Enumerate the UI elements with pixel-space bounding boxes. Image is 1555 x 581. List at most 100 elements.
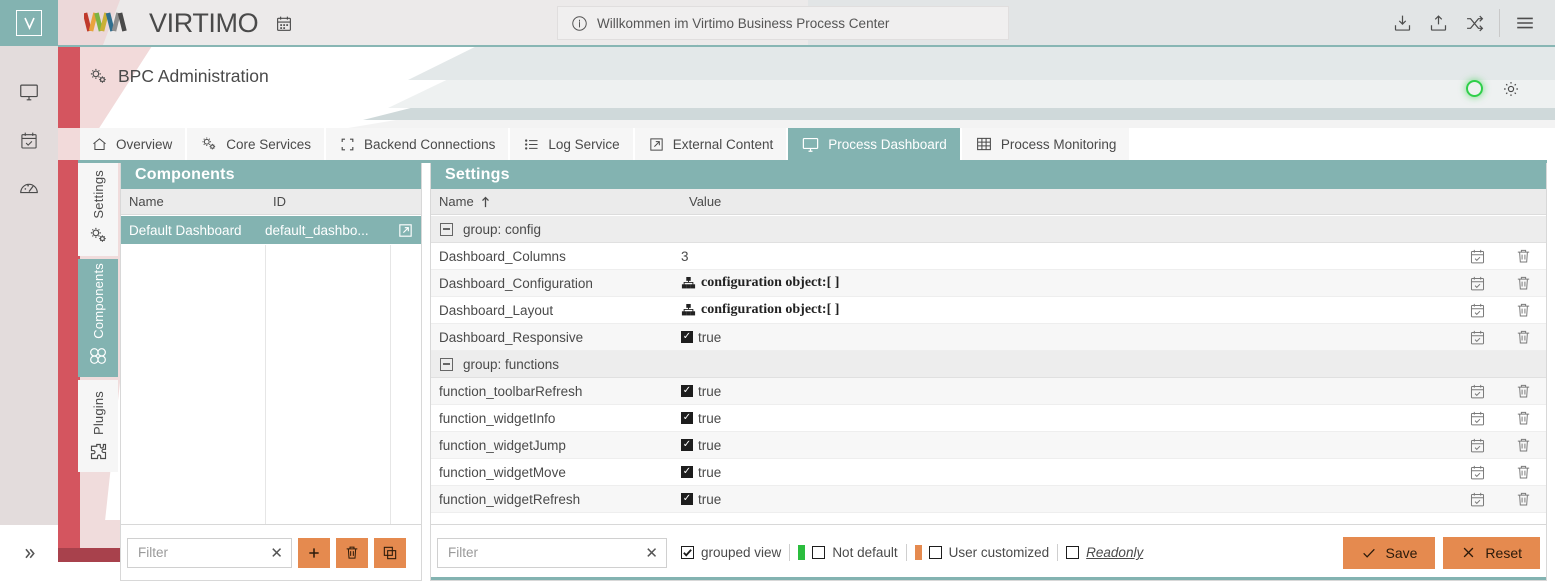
brand[interactable]: VIRTIMO [84,0,293,46]
gears-icon [88,66,109,87]
setting-value: true [698,329,722,345]
calendar-check-icon[interactable] [1454,275,1500,292]
rail-expand-button[interactable] [0,525,58,581]
vtab-components[interactable]: Components [78,259,118,377]
save-button[interactable]: Save [1342,536,1436,569]
checkbox-grouped-view[interactable]: grouped view [681,545,781,560]
components-panel-title: Components [121,161,421,189]
trash-icon[interactable] [1500,436,1546,454]
table-row[interactable]: Default Dashboard default_dashbo... [121,216,421,244]
minus-box-icon[interactable] [440,357,453,371]
tab-core-services[interactable]: Core Services [187,128,325,160]
settings-group-row[interactable]: group: config [431,216,1546,243]
trash-icon[interactable] [1500,490,1546,508]
vtab-plugins[interactable]: Plugins [78,380,118,472]
rail-item-tasks[interactable] [0,116,58,164]
components-filter-input[interactable]: Filter ✕ [127,537,292,568]
trash-icon[interactable] [1500,328,1546,346]
tab-log-service[interactable]: Log Service [510,128,633,160]
calendar-check-icon[interactable] [1454,383,1500,400]
setting-value: true [698,437,722,453]
component-id: default_dashbo... [265,222,369,238]
rail-item-dashboard[interactable] [0,164,58,212]
status-online-indicator [1466,80,1483,97]
settings-row[interactable]: Dashboard_Layout configuration object:[ ] [431,297,1546,324]
settings-group-row[interactable]: group: functions [431,351,1546,378]
calendar-icon[interactable] [275,14,293,33]
minus-box-icon[interactable] [440,222,453,236]
calendar-check-icon[interactable] [1454,329,1500,346]
download-icon[interactable] [1384,0,1420,46]
checkbox-checked-icon[interactable]: ✓ [681,493,693,505]
calendar-check-icon[interactable] [1454,464,1500,481]
tab-process-monitoring[interactable]: Process Monitoring [961,128,1130,160]
trash-icon[interactable] [1500,247,1546,265]
checkbox-checked-icon[interactable]: ✓ [681,331,693,343]
trash-icon[interactable] [1500,274,1546,292]
calendar-check-icon [19,130,39,151]
settings-row[interactable]: Dashboard_Responsive ✓ true [431,324,1546,351]
trash-icon[interactable] [1500,382,1546,400]
add-component-button[interactable] [298,537,330,568]
checkbox-checked-icon[interactable]: ✓ [681,466,693,478]
delete-component-button[interactable] [336,537,368,568]
calendar-check-icon[interactable] [1454,437,1500,454]
vtab-settings[interactable]: Settings [78,160,118,256]
settings-filter-input[interactable]: Filter ✕ [437,537,667,568]
checkbox-label: Not default [832,545,898,560]
settings-row[interactable]: Dashboard_Configuration configuration obj… [431,270,1546,297]
clear-x-icon[interactable]: ✕ [270,544,283,562]
settings-row[interactable]: function_widgetJump ✓ true [431,432,1546,459]
checkbox-not-default[interactable]: Not default [812,545,898,560]
settings-row[interactable]: function_widgetInfo ✓ true [431,405,1546,432]
reset-label: Reset [1485,544,1522,561]
tab-process-dashboard[interactable]: Process Dashboard [788,128,960,160]
component-name: Default Dashboard [129,222,242,238]
settings-list: group: config Dashboard_Columns 3 Dashboard… [431,216,1546,524]
column-header-name[interactable]: Name [431,194,681,209]
settings-row[interactable]: Dashboard_Columns 3 [431,243,1546,270]
rail-logo[interactable] [0,0,58,46]
calendar-check-icon[interactable] [1454,302,1500,319]
open-external-icon[interactable] [390,222,421,239]
rail-item-monitor[interactable] [0,68,58,116]
reset-button[interactable]: Reset [1443,536,1540,569]
trash-icon[interactable] [1500,409,1546,427]
checkbox-readonly[interactable]: Readonly [1066,545,1143,560]
trash-icon[interactable] [1500,463,1546,481]
calendar-check-icon[interactable] [1454,248,1500,265]
checkbox-checked-icon[interactable]: ✓ [681,439,693,451]
upload-icon[interactable] [1420,0,1456,46]
settings-row[interactable]: function_widgetMove ✓ true [431,459,1546,486]
calendar-check-icon[interactable] [1454,410,1500,427]
gauge-icon [18,177,40,199]
checkbox-checked-icon[interactable]: ✓ [681,385,693,397]
tab-overview[interactable]: Overview [78,128,186,160]
calendar-check-icon[interactable] [1454,491,1500,508]
checkbox-checked-icon[interactable]: ✓ [681,412,693,424]
tab-external-content[interactable]: External Content [634,128,787,160]
settings-toolbar: Filter ✕ grouped view Not default User c… [430,525,1547,581]
hamburger-menu-icon[interactable] [1507,0,1543,46]
shuffle-icon[interactable] [1456,0,1492,46]
column-header-id[interactable]: ID [265,194,390,209]
checkbox-user-customized[interactable]: User customized [928,545,1049,560]
vtab-label: Components [90,263,106,339]
tab-label: Process Dashboard [828,136,947,152]
setting-value: configuration object:[ ] [701,275,840,290]
clear-x-icon[interactable]: ✕ [645,544,658,562]
sort-ascending-arrow [480,196,491,208]
topbar-divider [1499,9,1500,37]
settings-row[interactable]: function_widgetRefresh ✓ true [431,486,1546,513]
checkbox-box [928,546,942,559]
trash-icon[interactable] [1500,301,1546,319]
checkbox-box [681,546,694,559]
column-header-value[interactable]: Value [681,194,1454,209]
copy-component-button[interactable] [374,537,406,568]
settings-grid-header: Name Value [431,189,1546,215]
tab-backend-connections[interactable]: Backend Connections [326,128,509,160]
settings-row[interactable]: function_toolbarRefresh ✓ true [431,378,1546,405]
virtimo-mark-icon [16,10,42,36]
gear-icon[interactable] [1501,79,1521,99]
column-header-name[interactable]: Name [121,194,265,209]
